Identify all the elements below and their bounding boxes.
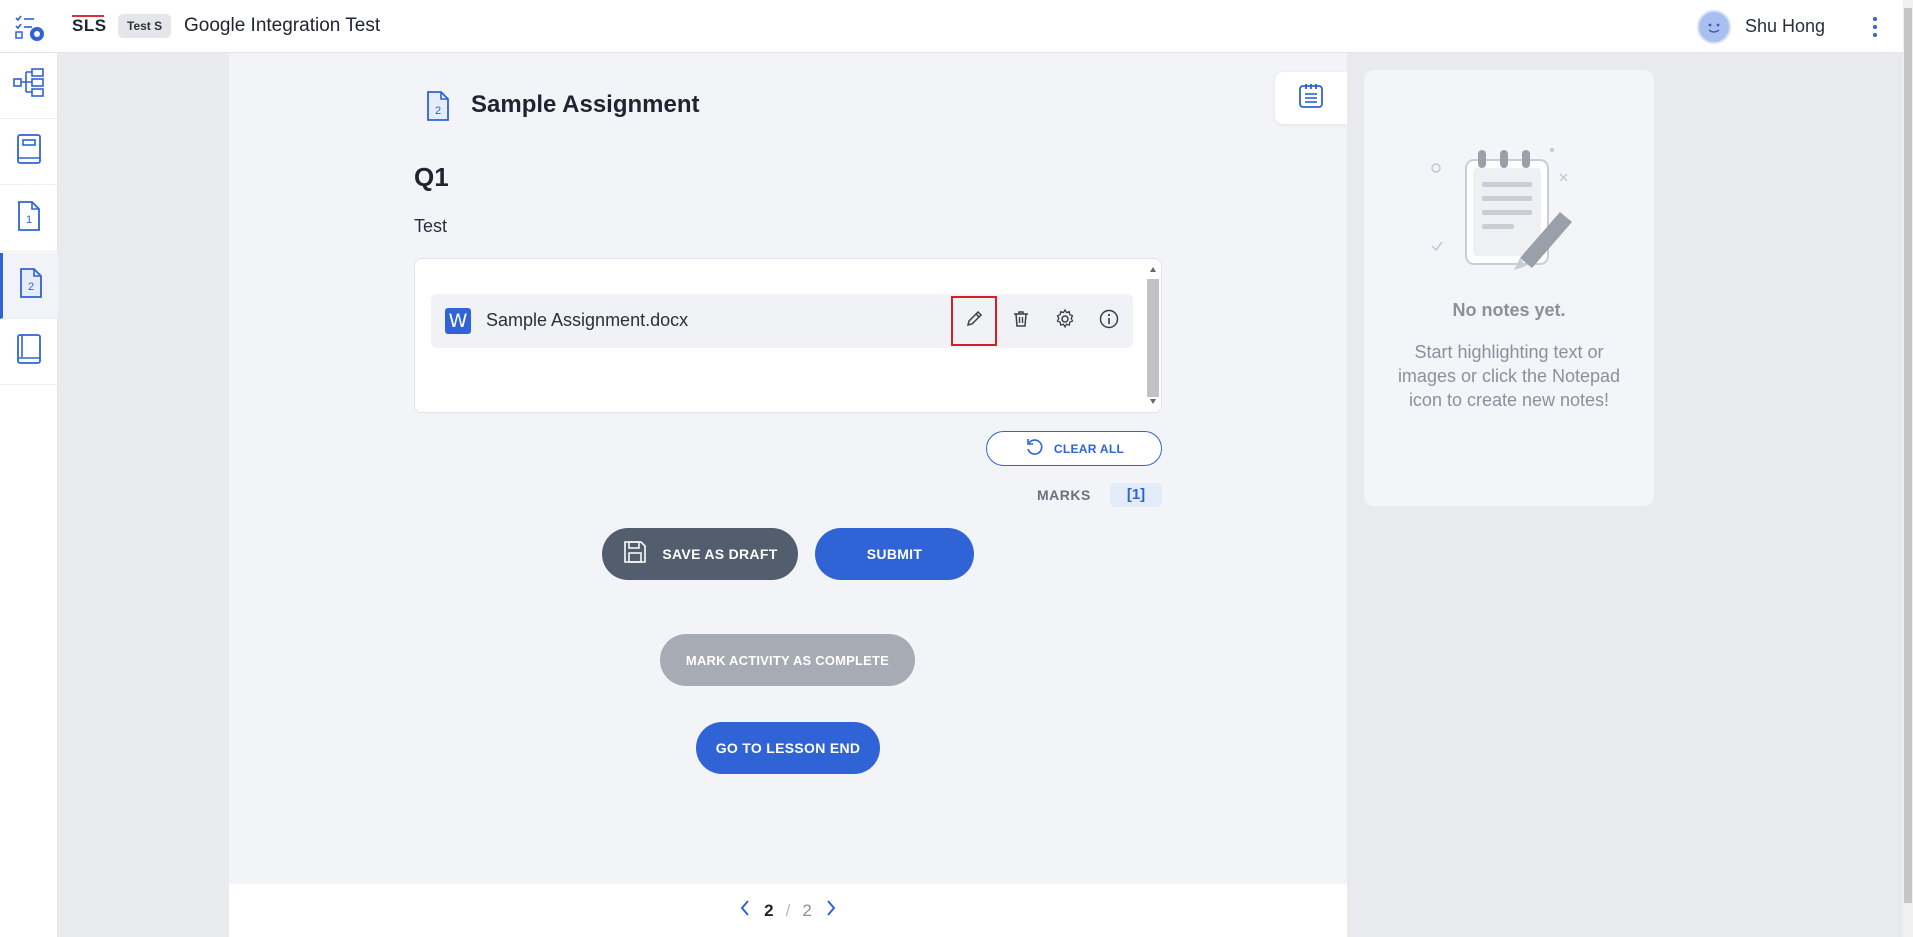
checklist-menu-icon[interactable] [14,14,46,42]
save-as-draft-label: SAVE AS DRAFT [662,546,778,562]
doc-1-icon: 1 [16,200,42,237]
notepad-illustration-icon [1420,146,1600,276]
trash-icon [1011,309,1031,334]
doc-2-icon: 2 [18,267,44,304]
lesson-title: Google Integration Test [184,15,381,36]
file-name[interactable]: Sample Assignment.docx [486,310,688,331]
scroll-down-arrow-icon[interactable] [1150,399,1156,404]
page-title: Sample Assignment [471,91,700,118]
word-file-icon: W [445,308,471,334]
file-info-button[interactable] [1092,304,1126,338]
pager-total: 2 [802,900,812,920]
book-page-icon [15,133,43,170]
window-scrollbar[interactable] [1903,0,1913,937]
chevron-right-icon[interactable] [824,898,838,923]
lesson-sidebar: 1 2 [0,53,58,937]
upload-area-scrollbar[interactable] [1147,263,1159,408]
svg-text:1: 1 [26,214,32,226]
footer-pager-bar: 2 / 2 [229,884,1347,937]
go-to-lesson-end-button[interactable]: GO TO LESSON END [696,722,880,774]
scroll-thumb[interactable] [1147,279,1159,397]
mark-activity-complete-button[interactable]: MARK ACTIVITY AS COMPLETE [660,634,915,686]
pencil-icon [964,309,984,334]
pager-current: 2 [764,900,774,920]
avatar[interactable] [1697,10,1731,44]
submit-label: SUBMIT [866,546,923,562]
sidebar-item-activity-2[interactable]: 2 [0,253,58,319]
svg-text:2: 2 [27,281,33,293]
scroll-up-arrow-icon[interactable] [1150,267,1156,272]
uploaded-file-row: W Sample Assignment.docx [431,294,1133,348]
question-label: Q1 [414,162,449,192]
pager-separator: / [785,900,791,920]
more-options-icon[interactable] [1868,14,1882,40]
sls-logo[interactable]: SLS [72,16,107,36]
gear-icon [1054,308,1076,335]
clear-all-label: CLEAR ALL [1053,441,1125,456]
edit-file-button[interactable] [951,296,997,346]
sidebar-item-lesson-end[interactable] [0,319,58,385]
delete-file-button[interactable] [1004,304,1038,338]
save-as-draft-button[interactable]: SAVE AS DRAFT [602,528,798,580]
sidebar-item-lesson-map[interactable] [0,53,58,119]
book-end-icon [15,333,43,370]
notes-empty-description: Start highlighting text or images or cli… [1397,342,1621,410]
floppy-disk-icon [622,539,648,570]
pager: 2 / 2 [229,884,1347,937]
go-to-lesson-end-label: GO TO LESSON END [715,740,861,756]
window-scroll-thumb[interactable] [1904,8,1912,903]
marks-label: MARKS [1037,487,1091,503]
activity-doc-icon: 2 [425,90,451,122]
file-upload-area: W Sample Assignment.docx [414,258,1162,413]
notepad-button[interactable] [1275,72,1347,124]
notepad-icon [1297,82,1325,115]
marks-value: [1] [1110,483,1162,507]
class-badge: Test S [118,14,172,38]
sidebar-item-activity-1[interactable]: 1 [0,186,58,252]
sidebar-item-lesson-intro[interactable] [0,119,58,185]
notes-empty-card: No notes yet. Start highlighting text or… [1364,70,1654,506]
info-icon [1098,308,1120,335]
tree-map-icon [12,66,46,105]
undo-icon [1024,436,1044,461]
user-name[interactable]: Shu Hong [1745,16,1825,37]
clear-all-button[interactable]: CLEAR ALL [986,431,1162,466]
chevron-left-icon[interactable] [738,898,752,923]
notes-empty-title: No notes yet. [1452,300,1566,320]
mark-activity-complete-label: MARK ACTIVITY AS COMPLETE [685,652,890,668]
svg-text:2: 2 [435,105,441,117]
top-bar: SLS Test S Google Integration Test Shu H… [0,0,1913,53]
submit-button[interactable]: SUBMIT [815,528,974,580]
file-settings-button[interactable] [1048,304,1082,338]
question-text: Test [414,216,448,236]
